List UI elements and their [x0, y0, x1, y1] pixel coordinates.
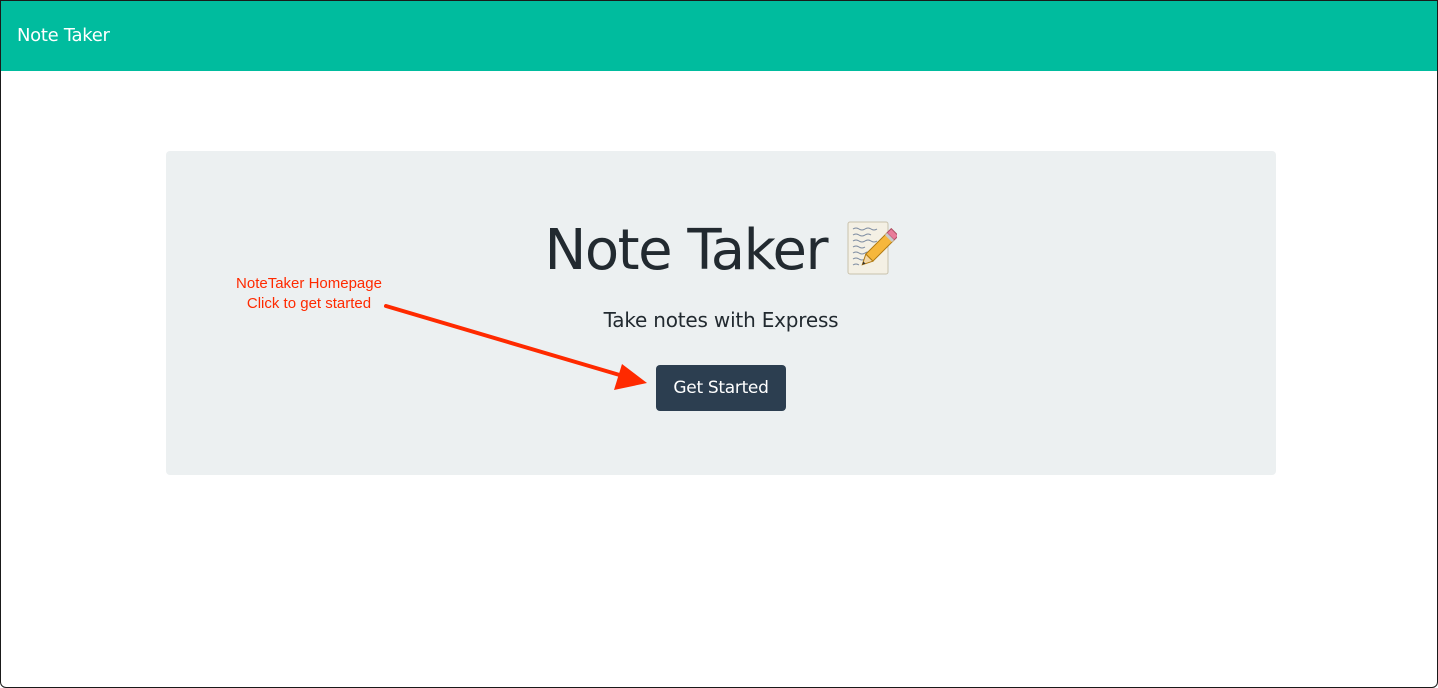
- annotation-line-1: NoteTaker Homepage: [236, 275, 382, 292]
- page-title: Note Taker: [544, 218, 829, 283]
- memo-icon: [847, 221, 898, 275]
- browser-viewport: Note Taker Note Taker Take notes with Ex…: [0, 0, 1438, 688]
- navbar: Note Taker: [1, 1, 1437, 71]
- annotation-line-2: Click to get started: [246, 295, 372, 312]
- annotation-callout: NoteTaker Homepage Click to get started: [219, 274, 399, 314]
- get-started-button[interactable]: Get Started: [656, 365, 786, 411]
- navbar-brand[interactable]: Note Taker: [17, 24, 110, 48]
